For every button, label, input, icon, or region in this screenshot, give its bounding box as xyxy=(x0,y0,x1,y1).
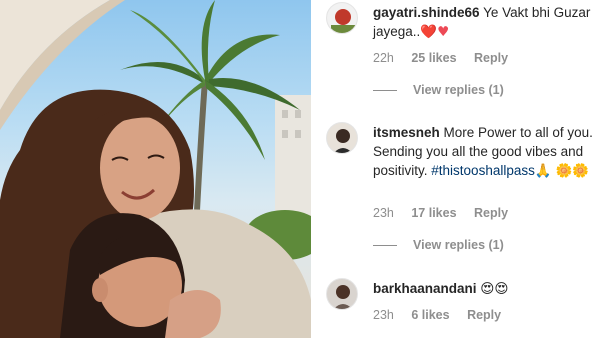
comment-likes[interactable]: 25 likes xyxy=(411,51,456,65)
post-photo xyxy=(0,0,311,338)
comment-text: gayatri.shinde66 Ye Vakt bhi Guzar jayeg… xyxy=(373,3,595,42)
reply-button[interactable]: Reply xyxy=(474,206,508,220)
comment-meta: 22h 25 likes Reply xyxy=(373,51,522,65)
comment-text: barkhaanandani 😍😍 xyxy=(373,279,595,299)
heart-eyes-emoji-icon: 😍😍 xyxy=(480,281,509,297)
reply-button[interactable]: Reply xyxy=(467,308,501,322)
comment-time: 22h xyxy=(373,51,394,65)
view-replies-button[interactable]: View replies (1) xyxy=(373,83,504,97)
divider-line xyxy=(373,244,397,246)
avatar-image-icon xyxy=(327,3,357,33)
comment-time: 23h xyxy=(373,206,394,220)
comment-username[interactable]: gayatri.shinde66 xyxy=(373,5,480,20)
comment-likes[interactable]: 17 likes xyxy=(411,206,456,220)
view-replies-button[interactable]: View replies (1) xyxy=(373,238,504,252)
reply-button[interactable]: Reply xyxy=(474,51,508,65)
comment-meta: 23h 17 likes Reply xyxy=(373,206,522,220)
photo-illustration xyxy=(0,0,311,338)
hashtag-link[interactable]: #thistooshallpass xyxy=(431,163,535,178)
heart-emoji-icon: ❤️♥ xyxy=(420,24,450,40)
view-replies-label: View replies (1) xyxy=(413,83,504,97)
flower-emoji-icon: 🌼🌼 xyxy=(555,163,590,179)
comment-text: itsmesneh More Power to all of you. Send… xyxy=(373,123,595,181)
comment-username[interactable]: barkhaanandani xyxy=(373,281,477,296)
view-replies-label: View replies (1) xyxy=(413,238,504,252)
comment-likes[interactable]: 6 likes xyxy=(411,308,449,322)
avatar[interactable] xyxy=(326,278,358,310)
avatar[interactable] xyxy=(326,122,358,154)
divider-line xyxy=(373,89,397,91)
comments-panel: gayatri.shinde66 Ye Vakt bhi Guzar jayeg… xyxy=(311,0,600,338)
comment-time: 23h xyxy=(373,308,394,322)
avatar-image-icon xyxy=(327,279,357,309)
comment-username[interactable]: itsmesneh xyxy=(373,125,440,140)
comment-meta: 23h 6 likes Reply xyxy=(373,308,515,322)
avatar[interactable] xyxy=(326,2,358,34)
pray-emoji-icon: 🙏 xyxy=(534,163,552,179)
avatar-image-icon xyxy=(327,123,357,153)
